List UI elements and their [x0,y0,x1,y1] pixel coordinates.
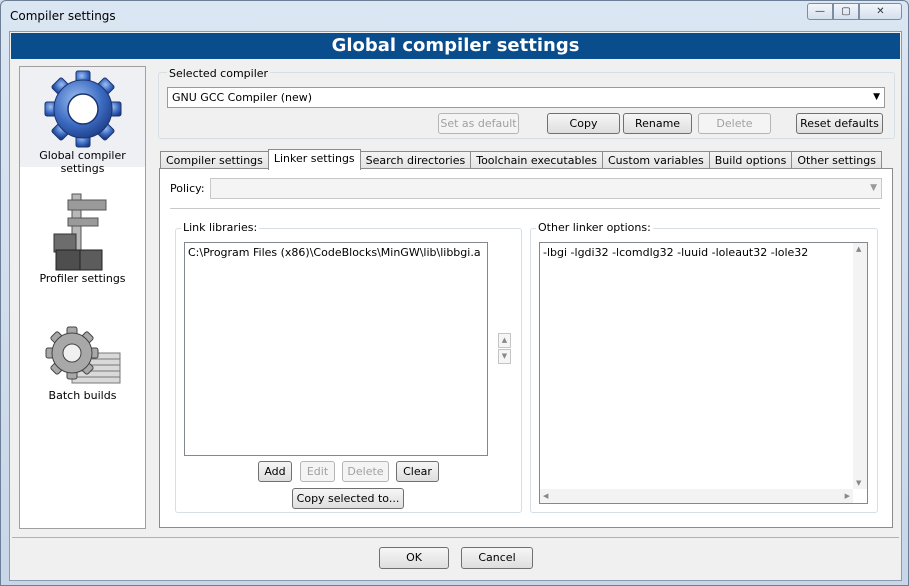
settings-sidebar: Global compiler settings Profiler settin… [19,66,146,529]
divider [12,537,899,538]
delete-library-button[interactable]: Delete [342,461,389,482]
gear-icon [44,70,121,148]
close-icon: ✕ [876,6,885,17]
compiler-select[interactable]: GNU GCC Compiler (new) ▼ [167,87,885,108]
ok-button[interactable]: OK [379,547,449,569]
compiler-settings-window: Compiler settings — ▢ ✕ Global compiler … [0,0,909,586]
copy-selected-to-button[interactable]: Copy selected to... [292,488,404,509]
chevron-left-icon: ◀ [543,492,549,500]
link-libraries-label: Link libraries: [181,221,260,234]
settings-tabs: Compiler settings Linker settings Search… [160,149,882,170]
compiler-select-value: GNU GCC Compiler (new) [172,91,313,104]
tab-linker-settings[interactable]: Linker settings [267,149,361,170]
page-title: Global compiler settings [11,33,900,59]
horizontal-scrollbar[interactable]: ◀ ▶ [540,489,853,503]
dialog-client-area: Global compiler settings Global compiler… [9,31,902,581]
linker-settings-panel: Policy: ▼ Link libraries: C:\Program Fil… [159,168,893,528]
set-as-default-button[interactable]: Set as default [438,113,519,134]
maximize-button[interactable]: ▢ [833,3,859,20]
sidebar-item-profiler-settings[interactable]: Profiler settings [20,190,145,290]
other-linker-options-textarea[interactable]: -lbgi -lgdi32 -lcomdlg32 -luuid -loleaut… [539,242,868,504]
chevron-down-icon: ▼ [856,479,862,487]
link-libraries-list[interactable]: C:\Program Files (x86)\CodeBlocks\MinGW\… [184,242,488,456]
chevron-up-icon: ▲ [856,245,862,253]
move-up-button[interactable]: ▲ [498,333,511,348]
close-button[interactable]: ✕ [859,3,902,20]
chevron-down-icon: ▼ [870,183,877,193]
chevron-up-icon: ▲ [501,336,508,344]
chevron-down-icon: ▼ [501,352,508,360]
maximize-icon: ▢ [841,6,851,17]
window-controls: — ▢ ✕ [807,3,902,20]
sidebar-item-batch-builds[interactable]: Batch builds [20,325,145,425]
add-library-button[interactable]: Add [258,461,292,482]
window-title: Compiler settings [10,9,116,23]
sidebar-item-label: Batch builds [48,389,117,402]
sidebar-item-label: Global compiler settings [39,149,126,175]
chevron-right-icon: ▶ [844,492,850,500]
other-linker-options-label: Other linker options: [536,221,653,234]
minimize-button[interactable]: — [807,3,833,20]
reset-defaults-button[interactable]: Reset defaults [796,113,883,134]
list-item[interactable]: C:\Program Files (x86)\CodeBlocks\MinGW\… [188,246,484,259]
sidebar-item-global-compiler-settings[interactable]: Global compiler settings [20,67,145,175]
other-linker-options-text: -lbgi -lgdi32 -lcomdlg32 -luuid -loleaut… [543,246,809,259]
chevron-down-icon: ▼ [873,92,880,102]
edit-library-button[interactable]: Edit [300,461,335,482]
policy-select[interactable]: ▼ [210,178,882,199]
gear-stack-icon [45,326,120,384]
sidebar-item-label: Profiler settings [39,272,126,285]
policy-label: Policy: [170,182,205,195]
caliper-icon [53,193,106,271]
move-down-button[interactable]: ▼ [498,349,511,364]
copy-compiler-button[interactable]: Copy [547,113,620,134]
selected-compiler-label: Selected compiler [167,67,271,80]
title-bar[interactable]: Compiler settings — ▢ ✕ [1,1,908,31]
delete-compiler-button[interactable]: Delete [698,113,771,134]
vertical-scrollbar[interactable]: ▲ ▼ [853,243,867,489]
divider [170,208,880,209]
clear-libraries-button[interactable]: Clear [396,461,439,482]
minimize-icon: — [815,6,825,17]
cancel-button[interactable]: Cancel [461,547,533,569]
rename-compiler-button[interactable]: Rename [623,113,692,134]
